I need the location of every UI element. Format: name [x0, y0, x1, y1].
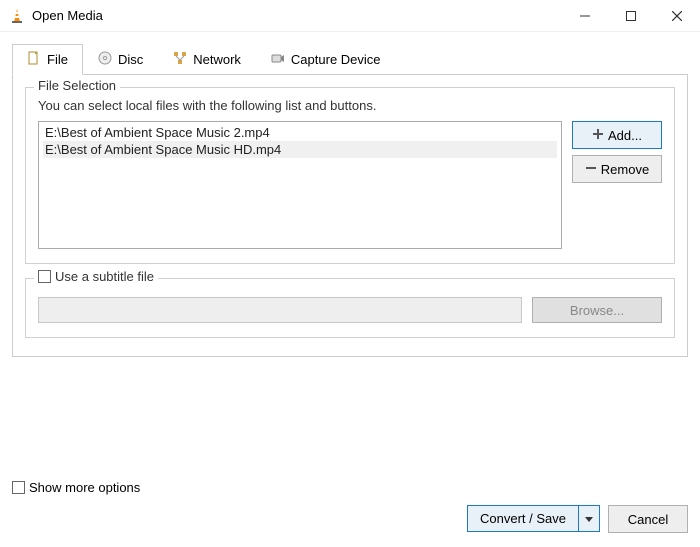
plus-icon [592, 128, 604, 143]
convert-save-button[interactable]: Convert / Save [467, 505, 600, 532]
tab-network[interactable]: Network [158, 44, 256, 75]
file-list[interactable]: E:\Best of Ambient Space Music 2.mp4 E:\… [38, 121, 562, 249]
window-controls [562, 0, 700, 32]
file-selection-fieldset: File Selection You can select local file… [25, 87, 675, 264]
subtitle-fieldset: Use a subtitle file Browse... [25, 278, 675, 338]
show-more-label: Show more options [29, 480, 140, 495]
file-selection-desc: You can select local files with the foll… [38, 98, 662, 113]
tab-capture[interactable]: Capture Device [256, 44, 396, 75]
show-more-checkbox[interactable] [12, 481, 25, 494]
remove-button[interactable]: Remove [572, 155, 662, 183]
window-title: Open Media [32, 8, 103, 23]
browse-button: Browse... [532, 297, 662, 323]
add-button-label: Add... [608, 128, 642, 143]
file-selection-legend: File Selection [34, 78, 120, 93]
tab-disc-label: Disc [118, 52, 143, 67]
add-button[interactable]: Add... [572, 121, 662, 149]
cancel-label: Cancel [628, 512, 668, 527]
network-icon [173, 51, 187, 68]
subtitle-label: Use a subtitle file [55, 269, 154, 284]
subtitle-checkbox[interactable] [38, 270, 51, 283]
minimize-button[interactable] [562, 0, 608, 32]
main-panel: File Selection You can select local file… [12, 74, 688, 357]
tabs: File Disc Network Capture Device [12, 44, 688, 75]
minus-icon [585, 162, 597, 177]
convert-save-label: Convert / Save [468, 511, 578, 526]
tab-disc[interactable]: Disc [83, 44, 158, 75]
tab-network-label: Network [193, 52, 241, 67]
titlebar: Open Media [0, 0, 700, 32]
remove-button-label: Remove [601, 162, 649, 177]
disc-icon [98, 51, 112, 68]
maximize-button[interactable] [608, 0, 654, 32]
close-button[interactable] [654, 0, 700, 32]
tab-capture-label: Capture Device [291, 52, 381, 67]
tab-file[interactable]: File [12, 44, 83, 75]
dropdown-arrow-icon[interactable] [578, 506, 599, 531]
capture-icon [271, 51, 285, 68]
list-item[interactable]: E:\Best of Ambient Space Music HD.mp4 [43, 141, 557, 158]
list-item[interactable]: E:\Best of Ambient Space Music 2.mp4 [43, 124, 557, 141]
show-more-options[interactable]: Show more options [12, 480, 140, 495]
browse-label: Browse... [570, 303, 624, 318]
vlc-cone-icon [8, 7, 26, 25]
bottom-bar: Convert / Save Cancel [467, 505, 688, 533]
file-icon [27, 51, 41, 68]
subtitle-checkbox-group[interactable]: Use a subtitle file [34, 269, 158, 284]
tab-file-label: File [47, 52, 68, 67]
cancel-button[interactable]: Cancel [608, 505, 688, 533]
subtitle-input [38, 297, 522, 323]
